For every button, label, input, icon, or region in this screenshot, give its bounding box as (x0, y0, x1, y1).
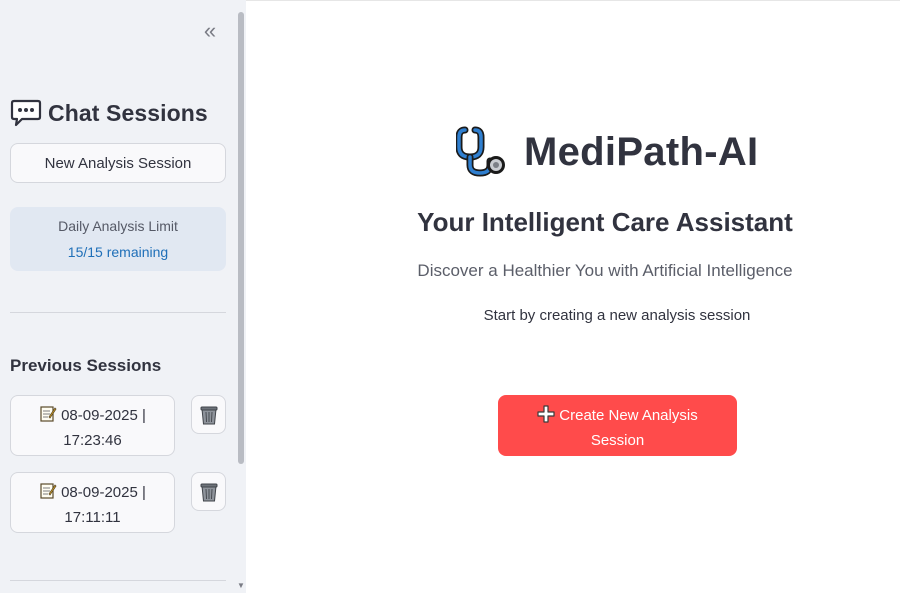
daily-limit-value: 15/15 remaining (67, 244, 169, 260)
start-hint: Start by creating a new analysis session (483, 307, 751, 324)
app-brand: MediPath-AI (456, 123, 758, 181)
create-button-label-line2: Session (590, 432, 645, 449)
wastebasket-icon (200, 406, 217, 424)
delete-session-button[interactable] (191, 395, 226, 434)
previous-sessions-title: Previous Sessions (10, 356, 162, 375)
daily-limit-info-box: Daily Analysis Limit 15/15 remaining (10, 207, 226, 271)
daily-limit-label: Daily Analysis Limit (58, 218, 178, 234)
memo-icon (40, 483, 57, 499)
delete-session-button[interactable] (191, 472, 226, 511)
sidebar: « Chat Sessions New Analysis Session Dai… (0, 0, 246, 593)
plus-icon (537, 405, 555, 423)
scroll-down-arrow-icon[interactable]: ▼ (237, 582, 245, 590)
chat-sessions-header: Chat Sessions (10, 96, 208, 130)
app-tagline: Discover a Healthier You with Artificial… (417, 261, 793, 280)
session-item[interactable]: 08-09-2025 | 17:11:11 (10, 472, 175, 533)
main-content: MediPath-AI Your Intelligent Care Assist… (246, 0, 900, 593)
stethoscope-icon (456, 126, 505, 177)
app-subtitle: Your Intelligent Care Assistant (417, 207, 793, 237)
collapse-sidebar-icon[interactable]: « (198, 20, 222, 44)
session-item[interactable]: 08-09-2025 | 17:23:46 (10, 395, 175, 456)
create-button-label-line1: Create New Analysis (559, 407, 698, 424)
sidebar-divider (10, 580, 226, 581)
wastebasket-icon (200, 483, 217, 501)
sidebar-scrollbar-thumb[interactable] (238, 12, 244, 464)
speech-balloon-icon (10, 99, 42, 127)
session-time: 17:11:11 (64, 509, 121, 526)
chat-sessions-title: Chat Sessions (48, 99, 208, 126)
session-date: 08-09-2025 | (61, 484, 146, 501)
sidebar-divider (10, 312, 226, 313)
new-analysis-session-button[interactable]: New Analysis Session (10, 143, 226, 183)
create-new-analysis-session-button[interactable]: Create New Analysis Session (498, 395, 737, 456)
session-time: 17:23:46 (63, 432, 122, 449)
memo-icon (40, 406, 57, 422)
session-date: 08-09-2025 | (61, 407, 146, 424)
app-name: MediPath-AI (524, 129, 759, 174)
